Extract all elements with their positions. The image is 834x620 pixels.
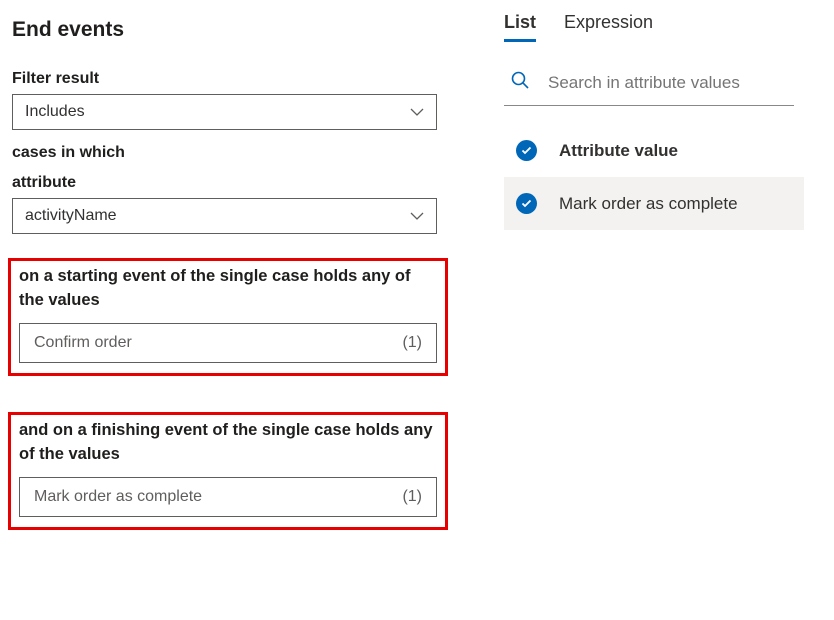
finishing-event-section: and on a finishing event of the single c… — [8, 412, 448, 530]
check-icon — [516, 140, 537, 161]
chevron-down-icon — [410, 209, 424, 223]
filter-result-label: Filter result — [12, 70, 470, 88]
search-input[interactable] — [548, 73, 794, 93]
starting-value-count: (1) — [402, 334, 422, 352]
tab-list[interactable]: List — [504, 12, 536, 42]
starting-value-box[interactable]: Confirm order (1) — [19, 323, 437, 363]
finishing-value-text: Mark order as complete — [34, 488, 202, 506]
attribute-value-row[interactable]: Mark order as complete — [504, 177, 804, 230]
filter-result-value: Includes — [25, 103, 85, 121]
filter-result-dropdown[interactable]: Includes — [12, 94, 437, 130]
finishing-event-label: and on a finishing event of the single c… — [19, 419, 437, 467]
tabs: List Expression — [504, 12, 830, 42]
tab-expression[interactable]: Expression — [564, 12, 653, 42]
starting-event-section: on a starting event of the single case h… — [8, 258, 448, 376]
attribute-value-header-text: Attribute value — [559, 141, 678, 161]
starting-event-label: on a starting event of the single case h… — [19, 265, 437, 313]
check-icon — [516, 193, 537, 214]
search-row — [504, 70, 794, 106]
search-icon — [510, 70, 530, 95]
finishing-value-count: (1) — [402, 488, 422, 506]
finishing-value-box[interactable]: Mark order as complete (1) — [19, 477, 437, 517]
attribute-label: attribute — [12, 174, 470, 192]
attribute-value: activityName — [25, 207, 117, 225]
cases-in-which-label: cases in which — [12, 144, 470, 162]
chevron-down-icon — [410, 105, 424, 119]
page-title: End events — [12, 18, 470, 42]
starting-value-text: Confirm order — [34, 334, 132, 352]
attribute-dropdown[interactable]: activityName — [12, 198, 437, 234]
attribute-value-item-text: Mark order as complete — [559, 194, 738, 214]
attribute-value-header[interactable]: Attribute value — [504, 140, 830, 161]
